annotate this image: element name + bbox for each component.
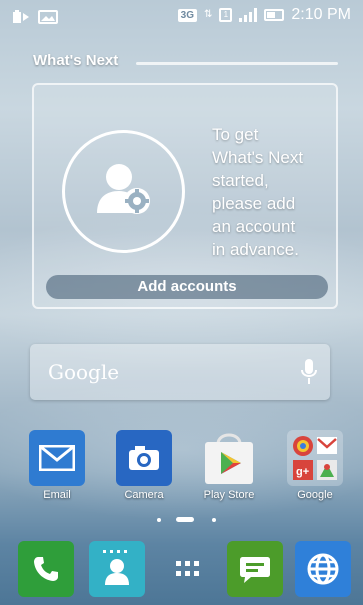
- email-icon: [29, 430, 85, 486]
- camera-icon: [116, 430, 172, 486]
- google-search-bar[interactable]: Google: [30, 344, 330, 400]
- contacts-app-icon[interactable]: [89, 541, 145, 597]
- whats-next-message: To get What's Next started, please add a…: [212, 125, 304, 259]
- clock: 2:10 PM: [291, 6, 351, 23]
- page-dot: [157, 518, 161, 522]
- app-camera[interactable]: Camera: [114, 430, 174, 501]
- app-drawer-icon[interactable]: [160, 541, 216, 597]
- app-play-store[interactable]: Play Store: [199, 430, 259, 501]
- app-label: Google: [297, 489, 333, 501]
- google-folder-icon: g+: [287, 430, 343, 486]
- whats-next-title: What's Next: [33, 52, 119, 69]
- svg-text:g+: g+: [296, 466, 309, 478]
- app-label: Play Store: [203, 489, 255, 501]
- app-label: Email: [43, 489, 71, 501]
- app-google-folder[interactable]: g+ Google: [285, 430, 345, 501]
- phone-app-icon[interactable]: [18, 541, 74, 597]
- image-notification-icon: [38, 9, 58, 30]
- battery-icon: [264, 9, 285, 21]
- network-type-badge: 3G: [177, 8, 198, 22]
- data-arrows-icon: ⇅: [204, 9, 213, 20]
- whats-next-card[interactable]: To get What's Next started, please add a…: [32, 83, 338, 309]
- signal-icon: [239, 8, 258, 22]
- battery-saver-icon: [12, 9, 30, 30]
- app-email[interactable]: Email: [27, 430, 87, 501]
- mic-icon[interactable]: [300, 358, 318, 391]
- page-indicator: [0, 516, 363, 524]
- title-divider: [136, 62, 338, 65]
- search-placeholder: Google: [48, 360, 120, 384]
- user-settings-icon: [95, 159, 157, 226]
- browser-app-icon[interactable]: [295, 541, 351, 597]
- page-dot: [212, 518, 216, 522]
- messages-app-icon[interactable]: [227, 541, 283, 597]
- current-page-dot: [176, 517, 194, 522]
- add-accounts-button[interactable]: Add accounts: [46, 275, 328, 299]
- play-store-icon: [201, 430, 257, 486]
- sim-icon: 1: [219, 8, 233, 22]
- status-bar: 3G ⇅ 1 2:10 PM: [0, 0, 363, 34]
- add-account-illustration: [62, 130, 185, 253]
- app-label: Camera: [124, 489, 164, 501]
